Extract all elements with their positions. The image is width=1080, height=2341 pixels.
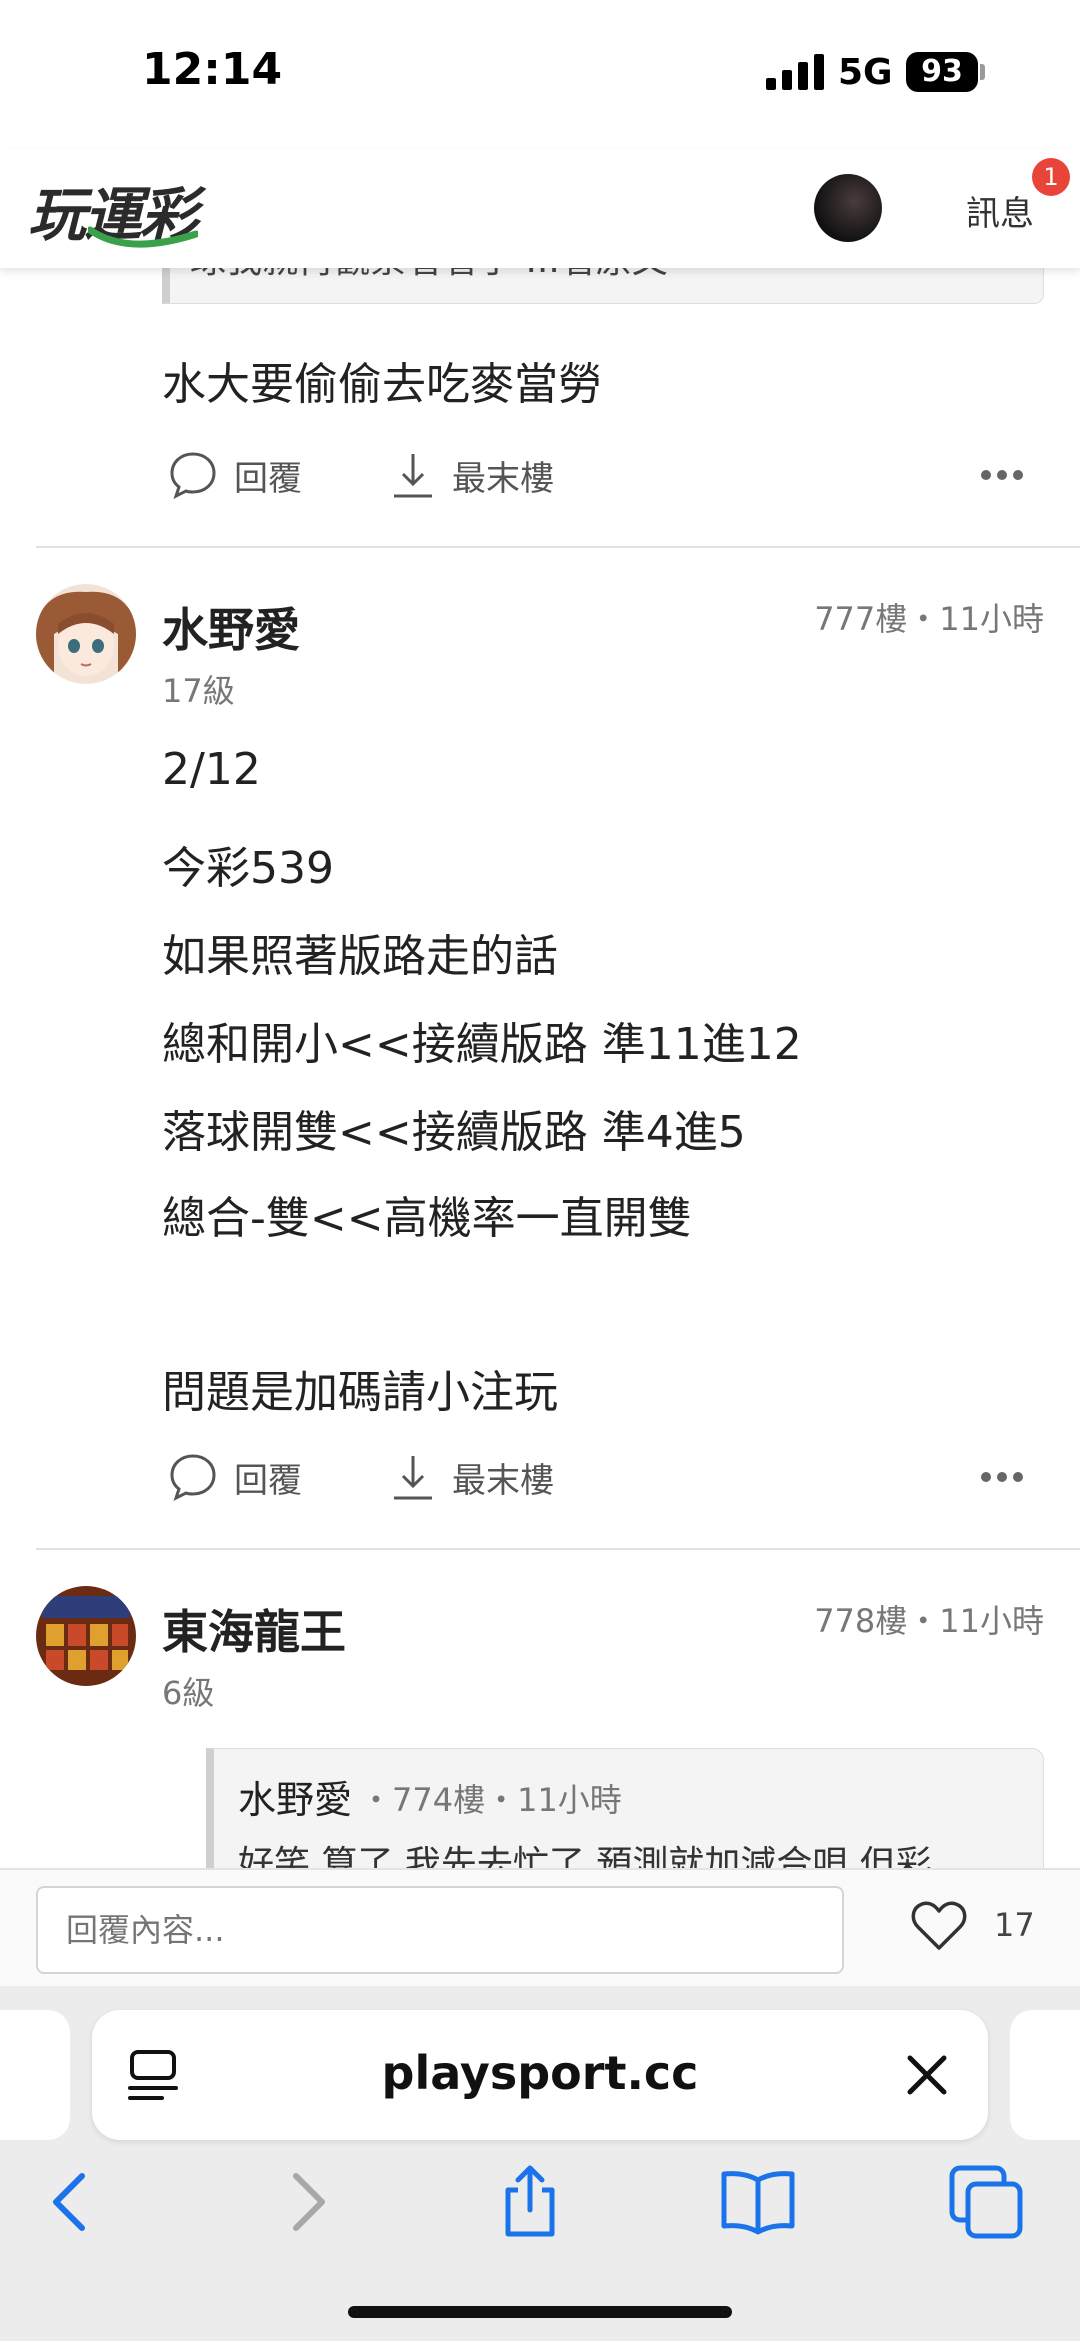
comment-icon <box>170 452 216 499</box>
network-type: 5G <box>838 52 893 93</box>
post-divider <box>36 1548 1080 1550</box>
last-floor-label: 最末樓 <box>452 458 554 499</box>
reply-label: 回覆 <box>234 458 302 499</box>
quoted-text: 好笑 算了 我先去忙了 預測就加減合唄 但彩 <box>238 1844 932 1868</box>
download-arrow-icon <box>394 1456 432 1500</box>
last-floor-button[interactable]: 最末樓 <box>390 1452 554 1502</box>
reply-input[interactable] <box>36 1886 844 1974</box>
comment-icon <box>170 1454 216 1501</box>
messages-link[interactable]: 訊息 <box>966 186 1034 235</box>
quoted-text: 球我就再觀察看看了 ...看原文 <box>190 268 668 283</box>
download-arrow-icon <box>394 454 432 498</box>
quoted-author: 水野愛 <box>238 1778 353 1822</box>
cellular-signal-icon <box>766 54 824 90</box>
url-text[interactable]: playsport.cc <box>92 2046 988 2100</box>
quoted-meta: ・774樓・11小時 <box>360 1781 622 1819</box>
battery-icon: 93 <box>906 52 978 92</box>
post-line: 問題是加碼請小注玩 <box>162 1367 558 1418</box>
author-name[interactable]: 東海龍王 <box>162 1596 346 1662</box>
slot-game-avatar-icon <box>36 1586 136 1686</box>
quoted-reply[interactable]: 水野愛 ・774樓・11小時 好笑 算了 我先去忙了 預測就加減合唄 但彩 <box>206 1748 1044 1868</box>
post-line: 今彩539 <box>162 843 334 894</box>
author-name[interactable]: 水野愛 <box>162 594 300 660</box>
post-divider <box>36 546 1080 548</box>
next-tab-preview[interactable] <box>1010 2010 1080 2140</box>
post-meta: 778樓・11小時 <box>814 1602 1044 1640</box>
address-bar[interactable]: playsport.cc <box>92 2010 988 2140</box>
status-time: 12:14 <box>142 44 283 95</box>
post-line: 落球開雙<<接續版路 準4進5 <box>162 1107 746 1158</box>
bookmarks-icon[interactable] <box>718 2162 798 2242</box>
previous-tab-preview[interactable] <box>0 2010 70 2140</box>
back-icon[interactable] <box>32 2162 112 2242</box>
last-floor-label: 最末樓 <box>452 1460 554 1501</box>
thread-content[interactable]: 球我就再觀察看看了 ...看原文 水大要偷偷去吃麥當勞 回覆 最末樓 水野愛 7… <box>0 268 1080 1868</box>
tabs-icon[interactable] <box>946 2162 1026 2242</box>
more-options-icon[interactable] <box>980 468 1024 482</box>
post-line: 總和開小<<接續版路 準11進12 <box>162 1019 802 1070</box>
author-avatar[interactable] <box>36 1586 136 1686</box>
status-bar: 12:14 5G 93 <box>0 0 1080 150</box>
author-level: 17級 <box>162 672 235 710</box>
more-options-icon[interactable] <box>980 1470 1024 1484</box>
author-level: 6級 <box>162 1674 215 1712</box>
post-line: 總合-雙<<高機率一直開雙 <box>162 1193 692 1244</box>
author-avatar[interactable] <box>36 584 136 684</box>
like-count: 17 <box>994 1906 1035 1944</box>
heart-icon[interactable] <box>910 1900 968 1952</box>
share-icon[interactable] <box>490 2162 570 2242</box>
post-line: 如果照著版路走的話 <box>162 931 558 982</box>
home-indicator <box>348 2306 732 2318</box>
post-meta: 777樓・11小時 <box>814 600 1044 638</box>
messages-badge: 1 <box>1032 158 1070 196</box>
battery-cap <box>980 64 985 80</box>
user-avatar[interactable] <box>814 174 882 242</box>
app-header: 玩運彩 訊息 1 <box>0 150 1080 268</box>
anime-avatar-icon <box>36 584 136 684</box>
forward-icon[interactable] <box>266 2162 346 2242</box>
quoted-reply[interactable]: 球我就再觀察看看了 ...看原文 <box>162 268 1044 304</box>
logo-swoosh-icon <box>88 226 198 248</box>
browser-toolbar: playsport.cc <box>0 1986 1080 2341</box>
reply-button[interactable]: 回覆 <box>168 1452 302 1502</box>
close-icon[interactable] <box>904 2052 950 2098</box>
reply-button[interactable]: 回覆 <box>168 450 302 500</box>
last-floor-button[interactable]: 最末樓 <box>390 450 554 500</box>
post-line: 2/12 <box>162 744 261 795</box>
reply-label: 回覆 <box>234 1460 302 1501</box>
post-body: 水大要偷偷去吃麥當勞 <box>162 359 602 410</box>
reply-bar: 17 <box>0 1868 1080 1986</box>
